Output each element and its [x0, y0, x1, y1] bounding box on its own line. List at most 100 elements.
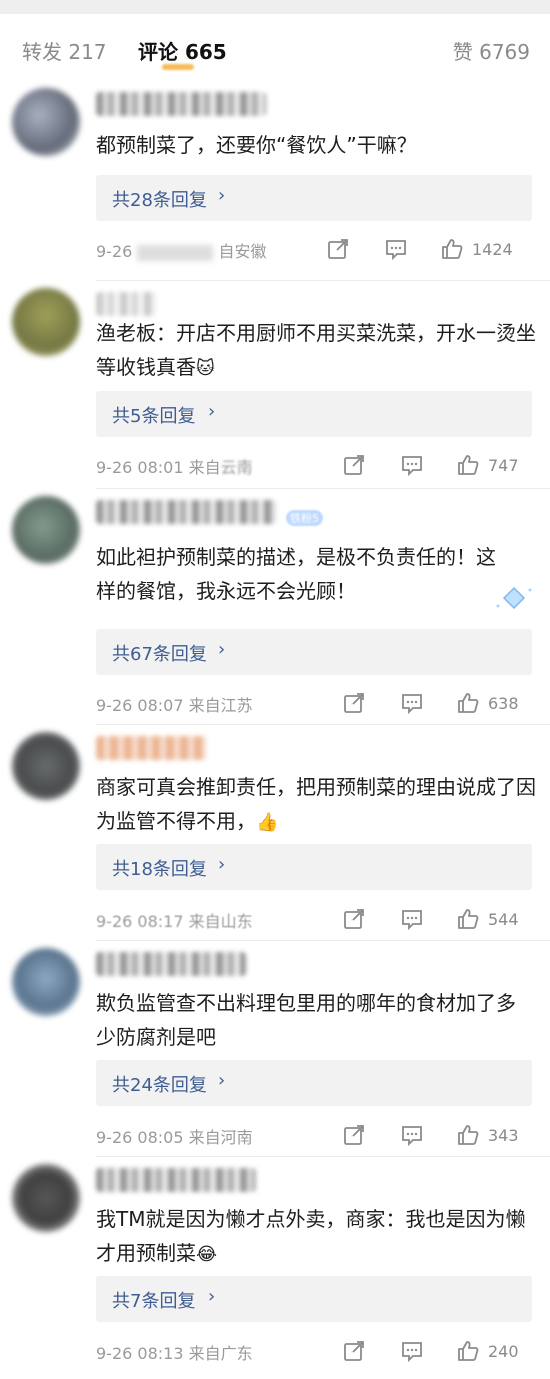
divider [96, 280, 550, 281]
comment-date: 9-26 08:13 来自广东 [96, 1344, 253, 1363]
divider [96, 724, 550, 725]
comment-text-body: 商家可真会推卸责任，把用预制菜的理由说成了因为监管不得不用， [96, 775, 536, 833]
thumb-up-icon [458, 909, 479, 929]
reply-box[interactable]: 共24条回复 › [96, 1060, 532, 1106]
comment-meta: 9-26 08:17 来自山东 [96, 908, 253, 932]
comment-meta: 9-26 08:01 来自云南 [96, 454, 253, 478]
comment-action[interactable] [400, 906, 424, 932]
tab-comments[interactable]: 评论 665 [138, 36, 227, 65]
chevron-right-icon: › [218, 854, 226, 875]
comment-action[interactable] [400, 1122, 424, 1148]
comment-item: 都预制菜了，还要你“餐饮人”干嘛？ 共28条回复 › 9-26 自安徽 1424 [0, 82, 550, 282]
comment-icon [402, 456, 422, 477]
share-action[interactable] [342, 690, 366, 716]
comment-actions: 1424 [328, 236, 532, 262]
username[interactable] [96, 952, 246, 976]
thumb-up-icon [442, 239, 463, 259]
divider [96, 940, 550, 941]
meta-redaction [137, 244, 214, 261]
comment-date: 9-26 08:07 来自江苏 [96, 696, 253, 715]
thumb-up-icon [458, 693, 479, 713]
tab-repost[interactable]: 转发 217 [22, 36, 107, 65]
share-icon [328, 239, 348, 259]
comment-location: 自安徽 [218, 242, 267, 261]
comment-icon [386, 240, 406, 261]
avatar[interactable] [12, 88, 80, 156]
share-icon [344, 693, 364, 713]
reply-count: 共67条回复 [112, 644, 207, 665]
avatar[interactable] [12, 496, 80, 564]
like-count: 1424 [472, 239, 513, 259]
share-action[interactable] [342, 906, 366, 932]
chevron-right-icon: › [218, 639, 226, 660]
share-action[interactable] [342, 1338, 366, 1364]
thumb-up-icon [458, 1341, 479, 1361]
reply-box[interactable]: 共67条回复 › [96, 629, 532, 675]
comment-actions: 638 [342, 690, 532, 716]
reply-box[interactable]: 共28条回复 › [96, 175, 532, 221]
reply-box[interactable]: 共7条回复 › [96, 1276, 532, 1322]
reply-box[interactable]: 共18条回复 › [96, 844, 532, 890]
comment-location: 云南 [220, 458, 253, 477]
tab-active-indicator [162, 64, 194, 70]
thumb-up-icon [458, 1125, 479, 1145]
like-action[interactable]: 343 [456, 1122, 519, 1148]
comment-action[interactable] [400, 1338, 424, 1364]
comment-item: 欺负监管查不出料理包里用的哪年的食材加了多少防腐剂是吧 共24条回复 › 9-2… [0, 942, 550, 1158]
like-action[interactable]: 240 [456, 1338, 519, 1364]
reply-box[interactable]: 共5条回复 › [96, 391, 532, 437]
thumbs-up-emoji-icon: 👍 [256, 812, 279, 833]
like-count: 240 [488, 1341, 519, 1361]
comment-text: 商家可真会推卸责任，把用预制菜的理由说成了因为监管不得不用，👍 [96, 770, 536, 840]
username[interactable] [96, 736, 206, 760]
username[interactable] [96, 1168, 256, 1192]
share-action[interactable] [342, 452, 366, 478]
comment-item: 渔老板：开店不用厨师不用买菜洗菜，开水一烫坐等收钱真香🐱 共5条回复 › 9-2… [0, 282, 550, 490]
comment-text-body: 渔老板：开店不用厨师不用买菜洗菜，开水一烫坐等收钱真香 [96, 321, 536, 379]
comment-icon [402, 1126, 422, 1147]
username[interactable] [96, 92, 266, 116]
comment-meta: 9-26 08:05 来自河南 [96, 1124, 253, 1148]
comment-actions: 240 [342, 1338, 532, 1364]
avatar[interactable] [12, 288, 80, 356]
comment-actions: 747 [342, 452, 532, 478]
comment-action[interactable] [384, 236, 408, 262]
comment-text-body: 我TM就是因为懒才点外卖，商家：我也是因为懒才用预制菜 [96, 1207, 526, 1265]
comment-action[interactable] [400, 690, 424, 716]
comment-date: 9-26 08:01 来自 [96, 458, 221, 477]
comment-item: 铁粉5 如此袒护预制菜的描述，是极不负责任的！这样的餐馆，我永远不会光顾！ 共6… [0, 490, 550, 726]
divider [96, 1156, 550, 1157]
chevron-right-icon: › [208, 1286, 216, 1307]
avatar[interactable] [12, 948, 80, 1016]
comment-action[interactable] [400, 452, 424, 478]
comment-meta: 9-26 自安徽 [96, 238, 267, 262]
comment-actions: 544 [342, 906, 532, 932]
avatar[interactable] [12, 732, 80, 800]
comment-meta: 9-26 08:13 来自广东 [96, 1340, 253, 1364]
laughing-emoji-icon: 😂 [196, 1244, 218, 1265]
reply-count: 共5条回复 [112, 406, 196, 427]
fan-badge: 铁粉5 [286, 510, 323, 526]
chevron-right-icon: › [218, 185, 226, 206]
tab-likes[interactable]: 赞 6769 [453, 36, 530, 65]
share-icon [344, 1341, 364, 1361]
share-icon [344, 1125, 364, 1145]
comment-item: 我TM就是因为懒才点外卖，商家：我也是因为懒才用预制菜😂 共7条回复 › 9-2… [0, 1158, 550, 1379]
thumb-up-icon [458, 455, 479, 475]
comment-text: 如此袒护预制菜的描述，是极不负责任的！这样的餐馆，我永远不会光顾！ [96, 545, 496, 603]
share-action[interactable] [342, 1122, 366, 1148]
like-action[interactable]: 544 [456, 906, 519, 932]
like-action[interactable]: 638 [456, 690, 519, 716]
avatar[interactable] [12, 1164, 80, 1232]
comment-icon [402, 1342, 422, 1363]
username[interactable] [96, 292, 156, 316]
like-action[interactable]: 1424 [440, 236, 513, 262]
username[interactable] [96, 500, 276, 524]
diamond-sparkle-icon [496, 586, 532, 610]
comment-date: 9-26 08:17 来自山东 [96, 912, 253, 931]
comment-text: 都预制菜了，还要你“餐饮人”干嘛？ [96, 133, 417, 157]
like-action[interactable]: 747 [456, 452, 519, 478]
comment-actions: 343 [342, 1122, 532, 1148]
comment-date: 9-26 [96, 242, 133, 261]
share-action[interactable] [326, 236, 350, 262]
